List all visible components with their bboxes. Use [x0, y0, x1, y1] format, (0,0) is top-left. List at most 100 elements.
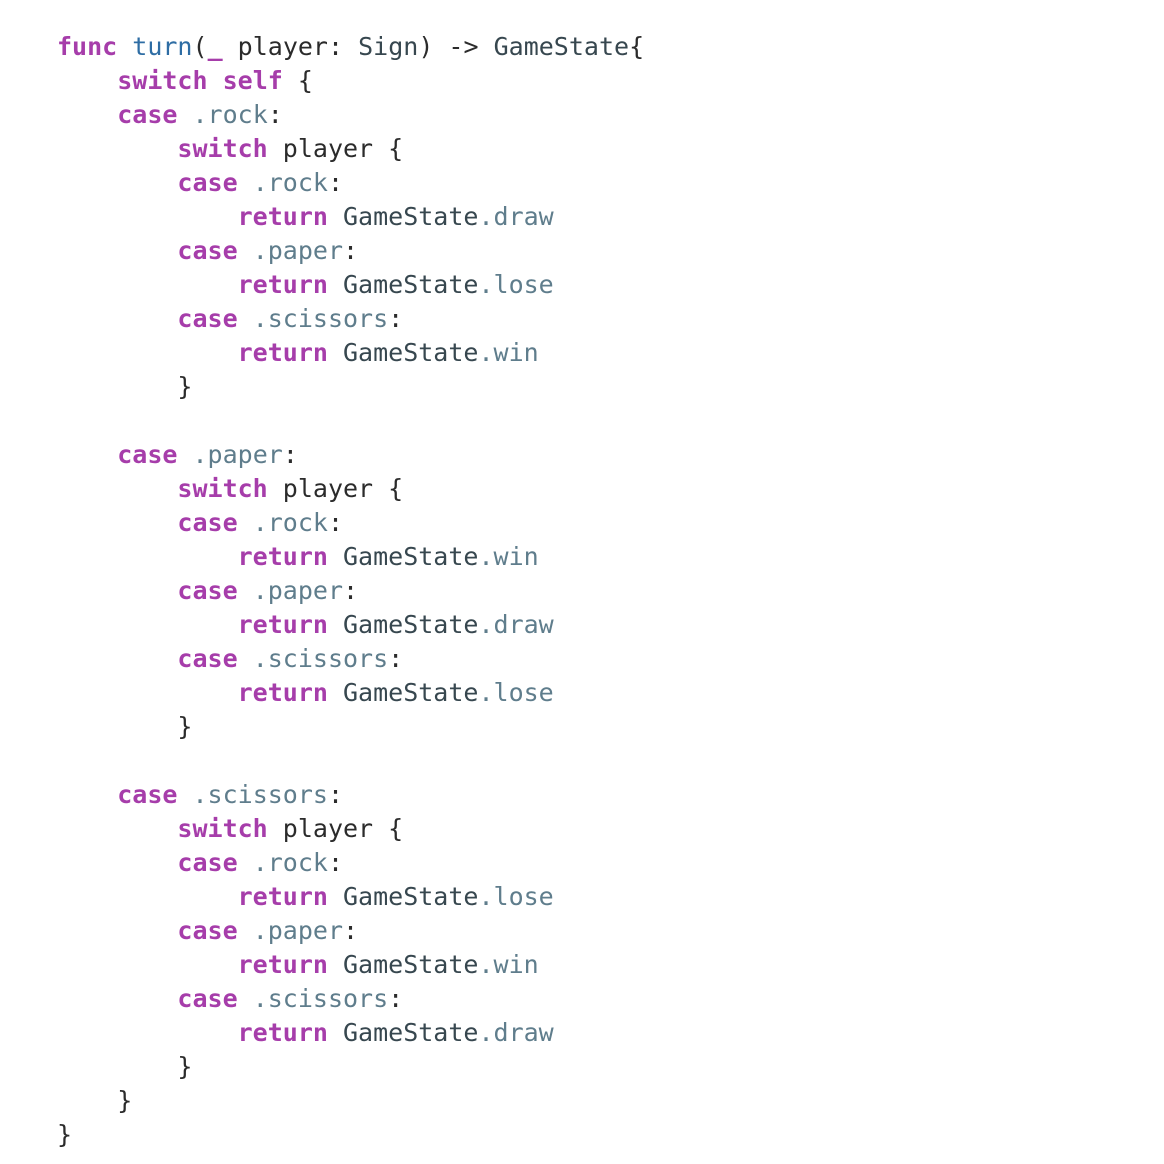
code-token-mem: .scissors	[252, 304, 389, 333]
code-token-mem: .paper	[192, 440, 283, 469]
code-token-mem: .scissors	[252, 644, 389, 673]
code-line: }	[0, 370, 1164, 404]
code-line: }	[0, 710, 1164, 744]
code-line: switch self {	[0, 64, 1164, 98]
code-line: case .rock:	[0, 98, 1164, 132]
code-line: case .paper:	[0, 574, 1164, 608]
code-token-kw: case	[177, 984, 238, 1013]
code-token-kw: return	[237, 338, 328, 367]
code-token-pl: :	[388, 644, 404, 673]
code-line: return GameState.draw	[0, 1016, 1164, 1050]
code-token-pl: :	[327, 848, 344, 877]
code-token-pl: player {	[267, 134, 404, 163]
code-token-pl: player:	[222, 32, 359, 61]
code-line: case .scissors:	[0, 778, 1164, 812]
code-line: }	[0, 1118, 1164, 1152]
code-token-mem: .paper	[252, 236, 344, 265]
code-token-pl: }	[117, 1086, 133, 1115]
code-token-kw: switch	[177, 134, 268, 163]
code-token-kw: return	[237, 1018, 328, 1047]
code-token-pl: player {	[267, 814, 404, 843]
code-line: switch player {	[0, 132, 1164, 166]
code-token-mem: .scissors	[192, 780, 328, 809]
code-token-kw: self	[222, 66, 283, 95]
code-token-mem: .rock	[192, 100, 268, 129]
code-line: return GameState.lose	[0, 880, 1164, 914]
code-token-mem: .draw	[478, 1018, 554, 1047]
code-line: case .scissors:	[0, 982, 1164, 1016]
code-line: return GameState.draw	[0, 608, 1164, 642]
code-token-kw: case	[177, 304, 238, 333]
code-token-mem: .draw	[478, 202, 554, 231]
code-token-kw: case	[177, 644, 238, 673]
code-line: case .paper:	[0, 438, 1164, 472]
code-token-mem: .draw	[478, 610, 554, 639]
code-token-mem: .rock	[252, 848, 328, 877]
code-token-kw: func	[57, 32, 118, 61]
code-line: case .rock:	[0, 846, 1164, 880]
code-token-mem: .lose	[478, 678, 554, 707]
code-token-pl: :	[343, 916, 359, 945]
code-token-pl: {	[629, 32, 645, 61]
code-token-kw: return	[237, 270, 328, 299]
code-token-type: GameState	[343, 950, 479, 979]
code-line: case .scissors:	[0, 302, 1164, 336]
code-line: case .rock:	[0, 166, 1164, 200]
code-line: case .rock:	[0, 506, 1164, 540]
code-block[interactable]: func turn(_ player: Sign) -> GameState{ …	[0, 30, 1164, 1152]
code-token-kw: switch	[117, 66, 208, 95]
code-token-type: GameState	[343, 678, 479, 707]
code-token-kw: case	[177, 508, 238, 537]
code-line: case .paper:	[0, 234, 1164, 268]
code-token-pl: :	[388, 304, 404, 333]
code-token-mem: .win	[478, 338, 539, 367]
code-token-pl: (	[192, 32, 208, 61]
code-token-pl: :	[388, 984, 404, 1013]
code-line: case .paper:	[0, 914, 1164, 948]
code-token-type: Sign	[358, 32, 419, 61]
code-token-mem: .rock	[252, 168, 328, 197]
code-line: return GameState.win	[0, 948, 1164, 982]
code-line: return GameState.lose	[0, 268, 1164, 302]
code-token-type: GameState	[343, 610, 479, 639]
code-token-type: GameState	[343, 882, 479, 911]
code-token-pl: :	[327, 508, 344, 537]
code-line: switch player {	[0, 472, 1164, 506]
code-line: case .scissors:	[0, 642, 1164, 676]
code-token-kw: _	[207, 32, 223, 61]
code-token-pl: ->	[448, 32, 479, 61]
code-token-kw: case	[117, 440, 178, 469]
